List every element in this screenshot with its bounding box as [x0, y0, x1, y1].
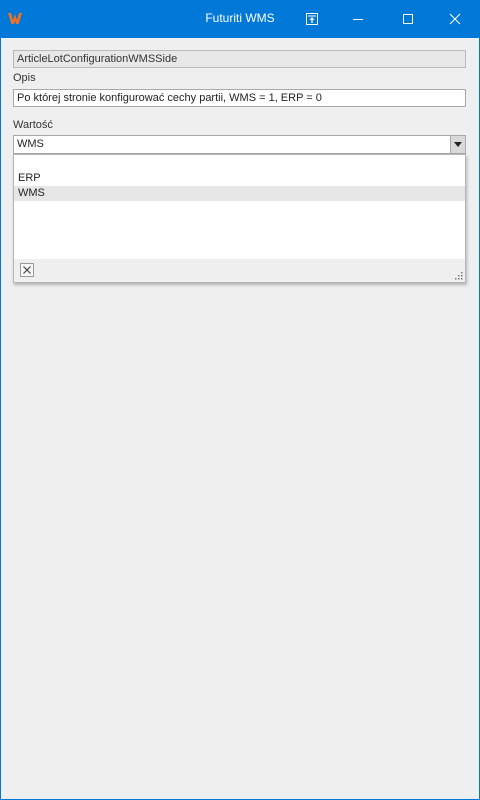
key-field: ArticleLotConfigurationWMSSide [13, 50, 466, 68]
form-area: ArticleLotConfigurationWMSSide Opis Po k… [1, 38, 479, 799]
maximize-icon [403, 14, 413, 24]
restore-to-top-icon [306, 13, 318, 25]
dropdown-option-erp[interactable]: ERP [14, 171, 465, 186]
description-field[interactable]: Po której stronie konfigurować cechy par… [13, 89, 466, 107]
close-button[interactable] [432, 0, 478, 38]
pin-top-button[interactable] [289, 0, 335, 38]
title-bar[interactable]: Futuriti WMS [0, 0, 480, 38]
chevron-down-icon [454, 142, 462, 147]
description-label: Opis [13, 72, 36, 84]
dropdown-footer [14, 259, 465, 282]
minimize-icon [353, 19, 363, 20]
value-combobox[interactable]: WMS [13, 135, 466, 154]
value-label: Wartość [13, 119, 53, 131]
app-window: Futuriti WMS ArticleLotConfigurationWMSS… [0, 0, 480, 800]
clear-x-icon [23, 266, 31, 274]
value-dropdown-list: ERP WMS [13, 154, 466, 283]
dropdown-arrow-button[interactable] [450, 136, 465, 153]
close-icon [449, 13, 461, 25]
dropdown-option-wms[interactable]: WMS [14, 186, 465, 201]
resize-grip-icon[interactable] [455, 272, 463, 280]
maximize-button[interactable] [385, 0, 431, 38]
minimize-button[interactable] [335, 0, 381, 38]
value-combobox-text: WMS [17, 138, 44, 150]
clear-value-button[interactable] [20, 263, 34, 277]
